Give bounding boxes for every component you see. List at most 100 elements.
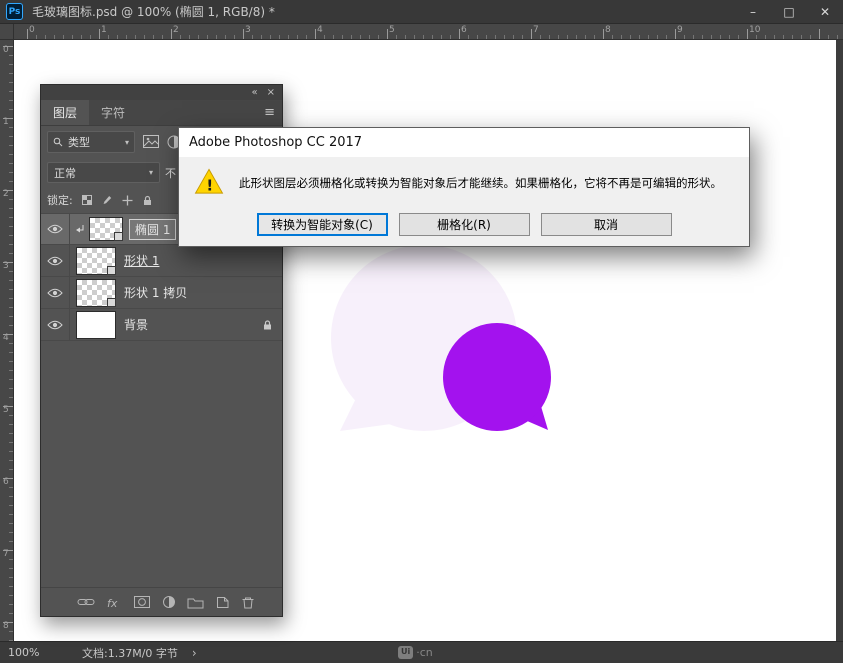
- panel-tab-bar: 图层 字符 ≡: [41, 100, 282, 126]
- collapse-panel-icon[interactable]: «: [251, 88, 257, 98]
- opacity-label-partial: 不: [165, 165, 176, 181]
- layer-row-shape-1[interactable]: 形状 1: [41, 245, 282, 277]
- ruler-number: 9: [677, 26, 683, 35]
- ruler-number: 7: [533, 26, 539, 35]
- vector-mask-badge: [107, 298, 116, 307]
- panel-menu-icon[interactable]: ≡: [264, 100, 275, 125]
- rasterize-warning-dialog: Adobe Photoshop CC 2017 ! 此形状图层必须栅格化或转换为…: [178, 127, 750, 247]
- blend-mode-dropdown[interactable]: 正常 ▾: [47, 162, 160, 183]
- ruler-number: 2: [173, 26, 179, 35]
- layer-name[interactable]: 椭圆 1: [129, 219, 176, 240]
- rasterize-button[interactable]: 栅格化(R): [399, 213, 530, 236]
- status-chevron-icon[interactable]: ›: [192, 646, 197, 660]
- cancel-button[interactable]: 取消: [541, 213, 672, 236]
- ruler-number: 8: [3, 622, 9, 631]
- svg-text:fx: fx: [107, 597, 118, 609]
- dialog-buttons: 转换为智能对象(C) 栅格化(R) 取消: [179, 213, 749, 236]
- ruler-horizontal[interactable]: 012345678910: [14, 24, 843, 40]
- window-title: 毛玻璃图标.psd @ 100% (椭圆 1, RGB/8) *: [32, 3, 275, 20]
- layer-style-fx-icon[interactable]: fx: [106, 596, 122, 609]
- lock-all-icon[interactable]: [143, 195, 152, 206]
- visibility-toggle[interactable]: [41, 245, 70, 276]
- search-icon: [53, 137, 63, 147]
- panel-header[interactable]: « ×: [41, 85, 282, 100]
- lock-label: 锁定:: [47, 192, 73, 208]
- visibility-toggle[interactable]: [41, 277, 70, 308]
- chevron-down-icon: ▾: [121, 138, 129, 147]
- ruler-number: 6: [461, 26, 467, 35]
- watermark-logo: Ui: [398, 646, 413, 658]
- ruler-number: 5: [389, 26, 395, 35]
- layer-name[interactable]: 形状 1: [124, 252, 159, 269]
- ruler-number: 1: [101, 26, 107, 35]
- new-layer-icon[interactable]: [215, 596, 230, 609]
- dialog-message: 此形状图层必须栅格化或转换为智能对象后才能继续。如果栅格化，它将不再是可编辑的形…: [239, 168, 722, 191]
- filter-kind-icons: [143, 135, 181, 149]
- layer-thumbnail[interactable]: [76, 279, 116, 307]
- filter-type-dropdown[interactable]: 类型 ▾: [47, 131, 135, 153]
- layer-name[interactable]: 背景: [124, 316, 148, 333]
- convert-to-smart-object-button[interactable]: 转换为智能对象(C): [257, 213, 388, 236]
- ruler-number: 6: [3, 478, 9, 487]
- layer-thumbnail[interactable]: [76, 247, 116, 275]
- photoshop-window: Ps 毛玻璃图标.psd @ 100% (椭圆 1, RGB/8) * – □ …: [0, 0, 843, 663]
- watermark: Ui ·cn: [398, 642, 433, 663]
- dialog-content: ! 此形状图层必须栅格化或转换为智能对象后才能继续。如果栅格化，它将不再是可编辑…: [179, 157, 749, 195]
- layer-row-shape-1-copy[interactable]: 形状 1 拷贝: [41, 277, 282, 309]
- minimize-button[interactable]: –: [735, 0, 771, 23]
- tab-character[interactable]: 字符: [89, 100, 137, 125]
- chat-bubble-small-shape: [443, 323, 551, 431]
- close-panel-icon[interactable]: ×: [267, 88, 275, 98]
- layer-thumbnail[interactable]: [89, 217, 123, 241]
- lock-transparent-pixels-icon[interactable]: [82, 195, 92, 205]
- filter-type-label: 类型: [68, 134, 90, 150]
- ruler-number: 5: [3, 406, 9, 415]
- eye-icon: [47, 256, 63, 266]
- zoom-level-field[interactable]: 100%: [8, 646, 56, 659]
- dialog-body: ! 此形状图层必须栅格化或转换为智能对象后才能继续。如果栅格化，它将不再是可编辑…: [179, 157, 749, 246]
- new-group-folder-icon[interactable]: [187, 596, 204, 609]
- eye-icon: [47, 224, 63, 234]
- ruler-number: 1: [3, 118, 9, 127]
- pasteboard-strip: [836, 40, 843, 641]
- delete-layer-trash-icon[interactable]: [241, 596, 255, 609]
- add-layer-mask-icon[interactable]: [133, 595, 151, 609]
- tab-layers[interactable]: 图层: [41, 100, 89, 125]
- close-button[interactable]: ✕: [807, 0, 843, 23]
- layer-name[interactable]: 形状 1 拷贝: [124, 284, 187, 301]
- dialog-title-bar[interactable]: Adobe Photoshop CC 2017: [179, 128, 749, 157]
- ruler-number: 0: [3, 46, 9, 55]
- ruler-number: 3: [245, 26, 251, 35]
- ruler-corner[interactable]: [0, 24, 14, 40]
- background-lock-icon: [263, 319, 272, 330]
- visibility-toggle[interactable]: [41, 309, 70, 340]
- ruler-number: 4: [317, 26, 323, 35]
- ruler-number: 10: [749, 26, 760, 35]
- layer-thumbnail[interactable]: [76, 311, 116, 339]
- link-layers-icon[interactable]: [77, 596, 95, 608]
- ruler-number: 3: [3, 262, 9, 271]
- adjustment-layer-icon[interactable]: [162, 595, 176, 609]
- ruler-number: 7: [3, 550, 9, 559]
- ruler-vertical[interactable]: 012345678: [0, 40, 14, 641]
- clipping-mask-arrow-icon: [75, 224, 86, 235]
- visibility-toggle[interactable]: [41, 214, 70, 244]
- svg-text:!: !: [206, 176, 213, 194]
- ruler-number: 0: [29, 26, 35, 35]
- blend-mode-value: 正常: [54, 165, 76, 181]
- window-controls: – □ ✕: [735, 0, 843, 23]
- filter-pixel-layer-icon[interactable]: [143, 135, 159, 148]
- lock-position-icon[interactable]: [122, 195, 133, 206]
- document-info[interactable]: 文档:1.37M/0 字节: [82, 645, 178, 661]
- title-bar[interactable]: Ps 毛玻璃图标.psd @ 100% (椭圆 1, RGB/8) * – □ …: [0, 0, 843, 24]
- eye-icon: [47, 288, 63, 298]
- warning-icon: !: [194, 168, 224, 195]
- lock-image-pixels-icon[interactable]: [102, 195, 112, 206]
- layer-row-background[interactable]: 背景: [41, 309, 282, 341]
- layers-panel-toolbar: fx: [41, 587, 282, 616]
- vector-mask-badge: [114, 232, 123, 241]
- ruler-number: 2: [3, 190, 9, 199]
- photoshop-logo-icon: Ps: [6, 3, 23, 20]
- watermark-suffix: ·cn: [416, 646, 433, 659]
- maximize-button[interactable]: □: [771, 0, 807, 23]
